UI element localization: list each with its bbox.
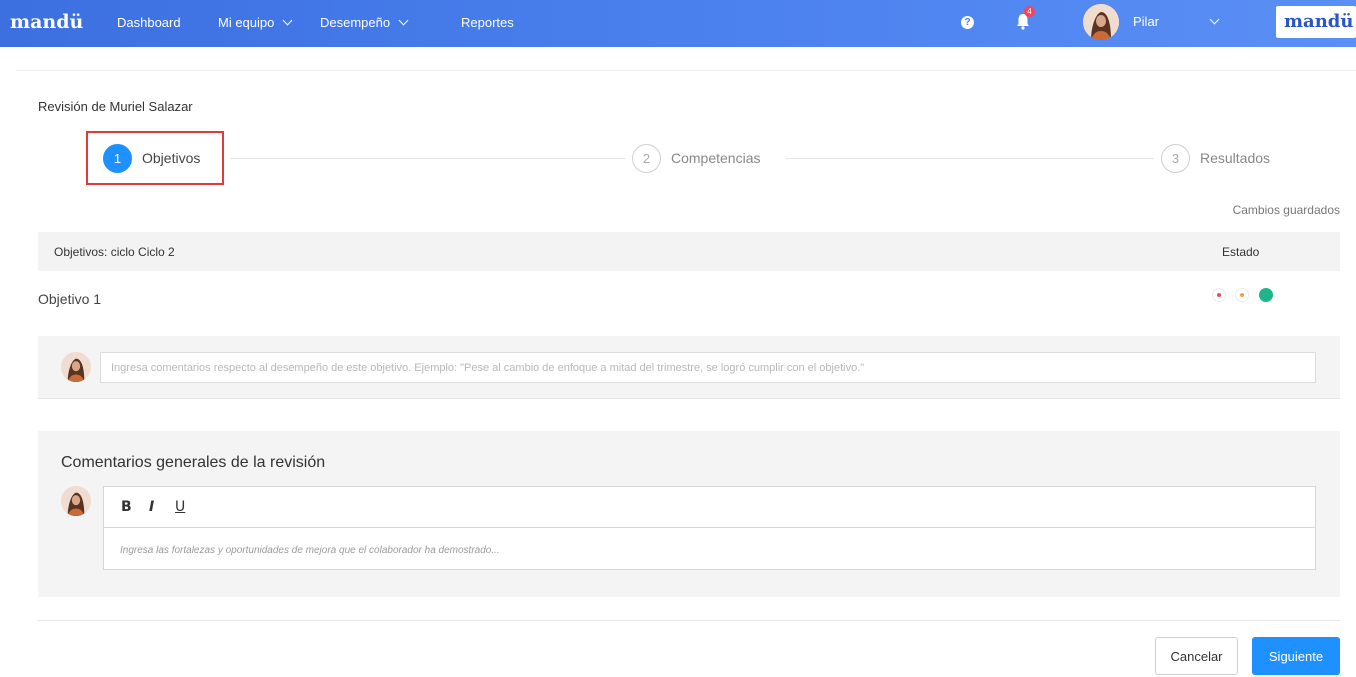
objective-comment-input[interactable] [100,352,1316,383]
bold-button[interactable]: B [121,499,132,515]
objectives-table-header [38,232,1340,271]
orange-dot-icon [1240,293,1244,297]
objective-name: Objetivo 1 [38,291,102,307]
save-status: Cambios guardados [1232,203,1340,217]
red-dot-icon [1217,293,1221,297]
nav-desempeno-label: Desempeño [320,15,391,30]
cancel-button[interactable]: Cancelar [1155,637,1238,675]
step-2-label[interactable]: Competencias [671,150,761,166]
help-icon[interactable]: ? [961,16,974,29]
nav-dashboard[interactable]: Dashboard [117,15,181,30]
status-red-option[interactable] [1212,288,1226,302]
app-logo[interactable]: mandü [10,11,83,33]
italic-button[interactable]: I [149,499,154,515]
user-name[interactable]: Pilar [1133,14,1159,29]
status-orange-option[interactable] [1235,288,1249,302]
page-title: Revisión de Muriel Salazar [38,99,193,114]
step-2-number[interactable]: 2 [632,144,661,173]
nav-reportes[interactable]: Reportes [461,15,514,30]
notification-badge: 4 [1024,6,1035,17]
nav-dashboard-label: Dashboard [117,15,181,30]
editor-toolbar: B I U [104,487,1315,528]
general-comments-editor[interactable]: B I U Ingresa las fortalezas y oportunid… [103,486,1316,570]
step-highlight-box [86,131,224,185]
avatar-photo [61,486,91,516]
next-button[interactable]: Siguiente [1252,637,1340,675]
general-comments-title: Comentarios generales de la revisión [61,454,326,471]
footer-divider [38,620,1340,621]
user-avatar[interactable] [1083,4,1119,40]
status-green-option[interactable] [1259,288,1273,302]
status-column-header: Estado [1222,245,1260,259]
step-3-number[interactable]: 3 [1161,144,1190,173]
underline-button[interactable]: U [175,499,185,515]
step-3-label[interactable]: Resultados [1200,150,1270,166]
stepper-connector [786,158,1154,159]
editor-placeholder[interactable]: Ingresa las fortalezas y oportunidades d… [120,545,500,556]
nav-mi-equipo[interactable]: Mi equipo [218,15,293,30]
avatar-photo [61,352,91,382]
chevron-down-icon [398,15,409,26]
brand-logo: mandü [1284,11,1354,32]
avatar-photo [1083,4,1119,40]
objectives-cycle-header: Objetivos: ciclo Ciclo 2 [54,245,175,259]
chevron-down-icon [282,15,293,26]
nav-reportes-label: Reportes [461,15,514,30]
commenter-avatar [61,352,91,382]
nav-desempeno[interactable]: Desempeño [320,15,409,30]
commenter-avatar [61,486,91,516]
nav-mi-equipo-label: Mi equipo [218,15,275,30]
stepper-connector [230,158,625,159]
